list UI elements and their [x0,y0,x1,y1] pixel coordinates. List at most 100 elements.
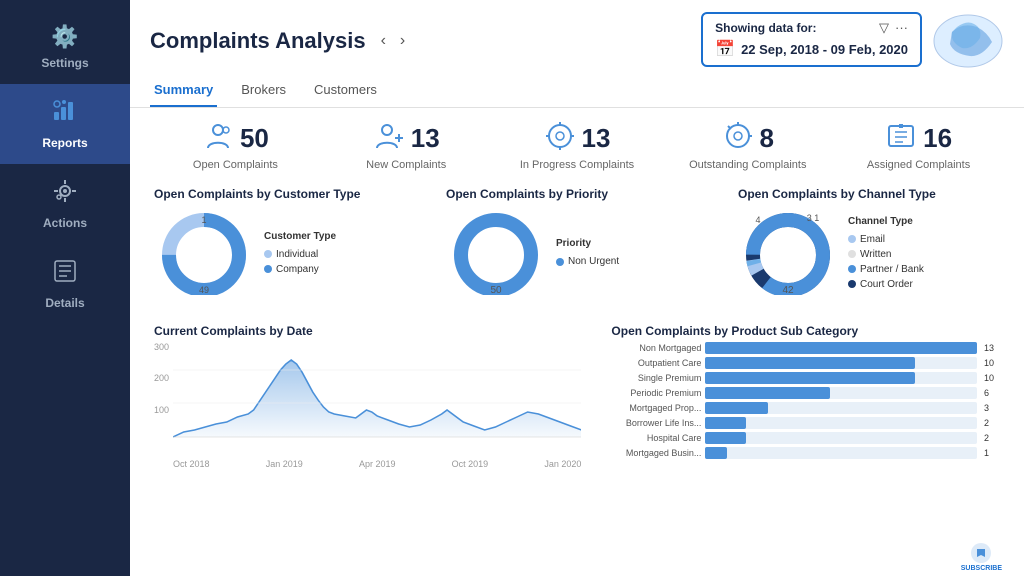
chart-channel-type-title: Open Complaints by Channel Type [738,187,1000,201]
x-label-apr2019: Apr 2019 [359,459,396,469]
chart-customer-type-content: 1 49 Customer Type Individual Company [154,205,416,300]
legend-dot-nonurgent [556,258,564,266]
bar-row-7: Mortgaged Busin... 1 [611,447,1000,459]
y-label-200: 200 [154,373,169,383]
map-thumbnail [932,12,1004,70]
donut-customer-legend: Customer Type Individual Company [264,231,336,275]
legend-dot-company [264,265,272,273]
nav-back-button[interactable]: ‹ [376,30,391,52]
actions-icon [52,178,78,210]
tab-brokers[interactable]: Brokers [237,76,290,107]
x-label-jan2019: Jan 2019 [266,459,303,469]
kpi-assigned-number: 16 [923,123,952,154]
donut-priority-legend: Priority Non Urgent [556,238,619,267]
legend-email: Email [848,234,924,245]
legend-dot-individual [264,250,272,258]
tab-customers[interactable]: Customers [310,76,381,107]
tab-summary[interactable]: Summary [150,76,217,107]
kpi-new-label: New Complaints [366,159,446,171]
chart-channel-type-content: 4 3 1 42 Channel Type Email [738,205,1000,300]
legend-individual: Individual [264,249,336,260]
chart-current-by-date: Current Complaints by Date 300 200 100 [144,316,591,576]
donut-channel-wrapper: 4 3 1 42 [738,205,838,300]
y-label-100: 100 [154,405,169,415]
donut-channel-legend: Channel Type Email Written Partner / Ban… [848,216,924,290]
sidebar-item-actions[interactable]: Actions [0,164,130,244]
header: Complaints Analysis ‹ › Showing data for… [130,0,1024,70]
svg-text:3 1: 3 1 [807,213,820,223]
kpi-assigned-label: Assigned Complaints [867,159,970,171]
charts-area: Open Complaints by Customer Type 1 49 [130,179,1024,576]
kpi-assigned: 16 Assigned Complaints [833,120,1004,171]
bar-row-4: Mortgaged Prop... 3 [611,402,1000,414]
date-filter-box[interactable]: Showing data for: ▽ ··· 📅 22 Sep, 2018 -… [701,12,922,67]
header-left: Complaints Analysis ‹ › [150,28,410,54]
bar-row-3: Periodic Premium 6 [611,387,1000,399]
legend-court: Court Order [848,279,924,290]
kpi-outstanding-number: 8 [760,123,774,154]
kpi-assigned-icon [885,120,917,157]
kpi-new-icon [373,120,405,157]
main-content: Complaints Analysis ‹ › Showing data for… [130,0,1024,576]
chart-customer-type: Open Complaints by Customer Type 1 49 [144,179,426,308]
svg-text:4: 4 [755,215,760,225]
nav-arrows: ‹ › [376,30,411,52]
bar-row-2: Single Premium 10 [611,372,1000,384]
chart-priority-title: Open Complaints by Priority [446,187,708,201]
legend-dot-written [848,250,856,258]
charts-row-top: Open Complaints by Customer Type 1 49 [144,179,1010,308]
legend-dot-court [848,280,856,288]
y-label-300: 300 [154,342,169,352]
kpi-open-icon [202,120,234,157]
svg-text:1: 1 [201,215,206,225]
date-filter-header: Showing data for: ▽ ··· [715,20,908,36]
tabs: Summary Brokers Customers [130,70,1024,108]
more-icon[interactable]: ··· [895,20,908,36]
sidebar-item-settings[interactable]: ⚙️ Settings [0,10,130,84]
kpi-row: 50 Open Complaints 13 New Complaints [130,108,1024,179]
svg-text:42: 42 [782,285,794,295]
charts-row-bottom: Current Complaints by Date 300 200 100 [144,316,1010,576]
date-range-text: 22 Sep, 2018 - 09 Feb, 2020 [741,42,908,57]
sidebar-item-details[interactable]: Details [0,244,130,324]
sidebar-label-settings: Settings [41,56,88,70]
bar-row-6: Hospital Care 2 [611,432,1000,444]
svg-text:50: 50 [490,285,502,295]
legend-dot-partner [848,265,856,273]
donut-priority-wrapper: 50 [446,205,546,300]
kpi-outstanding-icon [722,120,754,157]
date-filter-label: Showing data for: [715,21,816,35]
legend-partner: Partner / Bank [848,264,924,275]
sidebar-label-reports: Reports [42,136,87,150]
subscribe-badge[interactable]: SUBSCRIBE [961,541,1002,572]
kpi-outstanding-label: Outstanding Complaints [689,159,806,171]
sidebar: ⚙️ Settings Reports [0,0,130,576]
kpi-open-label: Open Complaints [193,159,278,171]
page-title: Complaints Analysis [150,28,366,54]
sidebar-label-actions: Actions [43,216,87,230]
chart-channel-type: Open Complaints by Channel Type [728,179,1010,308]
kpi-open: 50 Open Complaints [150,120,321,171]
x-label-oct2018: Oct 2018 [173,459,210,469]
x-label-jan2020: Jan 2020 [544,459,581,469]
nav-forward-button[interactable]: › [395,30,410,52]
chart-current-date-title: Current Complaints by Date [154,324,581,338]
chart-priority: Open Complaints by Priority 50 Priority … [436,179,718,308]
settings-icon: ⚙️ [51,24,78,50]
calendar-icon: 📅 [715,39,735,59]
filter-icon[interactable]: ▽ [879,20,889,36]
date-filter-icons: ▽ ··· [879,20,908,36]
reports-icon [52,98,78,130]
line-chart-wrapper: 300 200 100 [154,342,581,469]
donut-customer-type-wrapper: 1 49 [154,205,254,300]
svg-text:49: 49 [199,285,209,295]
legend-written: Written [848,249,924,260]
chart-priority-content: 50 Priority Non Urgent [446,205,708,300]
x-axis: Oct 2018 Jan 2019 Apr 2019 Oct 2019 Jan … [173,457,581,469]
legend-company: Company [264,264,336,275]
bar-row-1: Outpatient Care 10 [611,357,1000,369]
bar-row-5: Borrower Life Ins... 2 [611,417,1000,429]
bar-list: Non Mortgaged 13 Outpatient Care 10 Sing… [611,342,1000,459]
line-chart-area: Oct 2018 Jan 2019 Apr 2019 Oct 2019 Jan … [173,342,581,469]
sidebar-item-reports[interactable]: Reports [0,84,130,164]
